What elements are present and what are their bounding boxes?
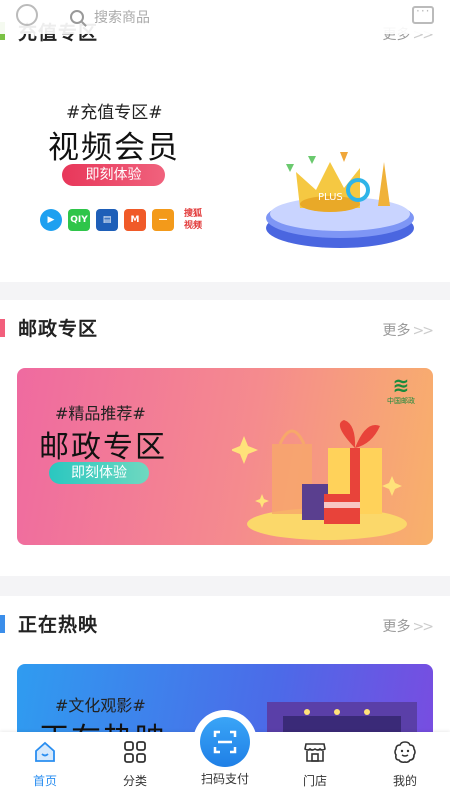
search-icon <box>70 10 84 24</box>
search-placeholder: 搜索商品 <box>94 10 150 26</box>
svg-text:PLUS: PLUS <box>318 192 343 203</box>
grid-icon <box>124 741 146 763</box>
crown-illustration: PLUS <box>266 152 414 248</box>
tab-label: 分类 <box>122 774 147 788</box>
section-header: 正在热映 更多 >> <box>0 596 450 652</box>
mango-tv-icon: M <box>124 209 146 231</box>
banner-title: 邮政专区 <box>39 430 167 465</box>
search-bar: 搜索商品 <box>0 0 450 34</box>
section-title: 邮政专区 <box>18 318 99 340</box>
scan-icon <box>200 717 250 767</box>
tab-label: 我的 <box>392 774 417 788</box>
try-now-button[interactable]: 即刻体验 <box>62 164 165 186</box>
tab-scan-label: 扫码支付 <box>200 772 249 786</box>
banner-tag: #精品推荐# <box>55 404 146 423</box>
iqiyi-icon: QIY <box>68 209 90 231</box>
postal-banner[interactable]: #精品推荐# 邮政专区 即刻体验 ≋ 中国邮政 <box>17 368 433 545</box>
more-label: 更多 <box>382 619 411 635</box>
scan-icon[interactable] <box>16 4 38 26</box>
tab-profile[interactable]: 我的 <box>375 740 435 789</box>
sohu-video-icon: 搜狐视频 <box>183 209 202 231</box>
postal-section: 邮政专区 更多 >> #精品推荐# 邮政专区 即刻体验 ≋ 中国邮政 <box>0 300 450 576</box>
search-input[interactable]: 搜索商品 <box>70 4 380 30</box>
banner-title: 视频会员 <box>48 130 180 166</box>
tab-category[interactable]: 分类 <box>105 740 165 789</box>
video-platform-logos: ▶ QIY ▤ M — 搜狐视频 <box>40 208 206 232</box>
youku-icon: ▤ <box>96 209 118 231</box>
section-header: 邮政专区 更多 >> <box>0 300 450 356</box>
banner-tag: #充值专区# <box>66 103 163 123</box>
tab-label: 门店 <box>302 774 327 788</box>
china-post-icon: ≋ <box>392 373 410 397</box>
recharge-section: 充值专区 更多>> #充值专区# 视频会员 即刻体验 ▶ QIY ▤ M — 搜… <box>0 0 450 282</box>
try-now-button[interactable]: 即刻体验 <box>49 462 149 484</box>
store-icon <box>304 743 326 762</box>
section-accent-bar <box>0 615 5 633</box>
tab-store[interactable]: 门店 <box>285 740 345 789</box>
profile-icon <box>394 741 416 764</box>
tab-label: 首页 <box>32 774 57 788</box>
gift-illustration <box>232 420 407 540</box>
tencent-video-icon: ▶ <box>40 209 62 231</box>
video-membership-banner[interactable]: #充值专区# 视频会员 即刻体验 ▶ QIY ▤ M — 搜狐视频 PLUS <box>0 62 450 280</box>
more-link[interactable]: 更多 >> <box>382 320 435 340</box>
bottom-tab-bar: 首页 分类 扫码支付 门店 我的 <box>0 710 450 800</box>
banner-tag: #文化观影# <box>55 696 146 715</box>
more-link[interactable]: 更多 >> <box>382 616 435 636</box>
section-accent-bar <box>0 319 5 337</box>
chevron-right-icon: >> <box>412 619 435 635</box>
video-app-icon: — <box>152 209 174 231</box>
message-icon[interactable] <box>412 4 434 24</box>
chevron-right-icon: >> <box>412 323 435 339</box>
tab-home[interactable]: 首页 <box>15 740 75 789</box>
section-title: 正在热映 <box>18 614 99 636</box>
more-label: 更多 <box>382 323 411 339</box>
home-icon <box>35 741 55 762</box>
scan-pay-button[interactable] <box>193 710 257 774</box>
